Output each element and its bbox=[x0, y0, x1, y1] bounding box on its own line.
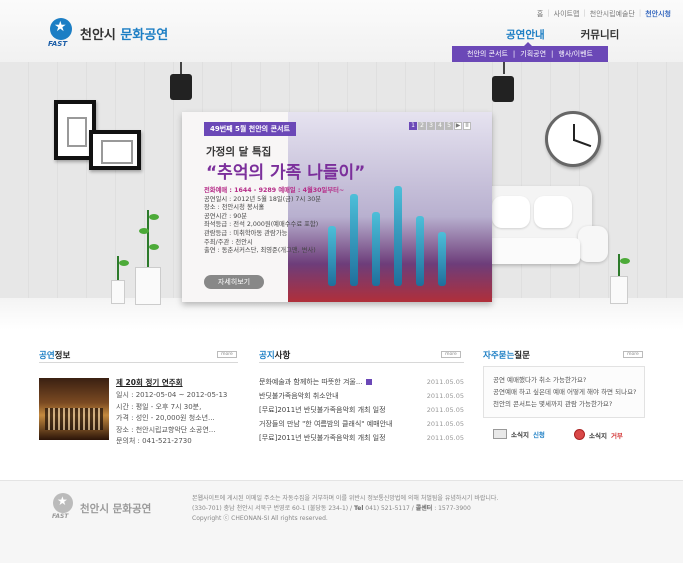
faq-title: 자주묻는질문 bbox=[483, 351, 530, 361]
performance-title: 공연정보 bbox=[39, 351, 71, 361]
list-item[interactable]: [무료]2011년 반딧불가족음악회 개최 일정 2011.05.05 bbox=[259, 403, 464, 417]
newsletter-refuse-button[interactable]: 소식지 거부 bbox=[574, 429, 623, 440]
main-nav: 공연안내 커뮤니티 bbox=[506, 27, 619, 42]
list-item[interactable]: 문화예술과 함께하는 따뜻한 겨울... 2011.05.05 bbox=[259, 375, 464, 389]
footer-info: 본웹사이트에 게시된 이메일 주소는 자동수집을 거부하며 이를 위반시 정보통… bbox=[192, 495, 499, 522]
faq-item[interactable]: 공연 예매했다가 취소 가능한가요? bbox=[493, 374, 644, 386]
block-icon bbox=[574, 429, 585, 440]
footer-fast-text: FAST bbox=[52, 513, 69, 520]
plant-pot-icon bbox=[610, 276, 628, 304]
util-home-link[interactable]: 홈 bbox=[537, 9, 543, 19]
poster-subtitle: 가정의 달 특집 bbox=[206, 146, 272, 158]
banner-pager: 1 2 3 4 5 ▶ II bbox=[409, 122, 471, 130]
play-icon[interactable]: ▶ bbox=[454, 122, 462, 130]
faq-more-button[interactable]: more bbox=[623, 351, 643, 358]
pager-1[interactable]: 1 bbox=[409, 122, 417, 130]
notice-more-button[interactable]: more bbox=[441, 351, 461, 358]
performance-item-title[interactable]: 제 20회 정기 연주회 bbox=[116, 377, 183, 388]
faq-item[interactable]: 공연예매 하고 싶은데 예매 어떻게 해야 하면 되나요? bbox=[493, 386, 644, 398]
utility-nav: 홈 | 사이트맵 | 천안시립예술단 | 천안시청 bbox=[536, 9, 671, 19]
notice-list: 문화예술과 함께하는 따뜻한 겨울... 2011.05.05 반딧불가족음악회 … bbox=[259, 375, 464, 445]
poster-badge: 49번째 5월 천안의 콘서트 bbox=[204, 122, 296, 136]
subnav-events[interactable]: 행사/이벤트 bbox=[558, 49, 593, 59]
list-item[interactable]: 거장들의 만남 "한 여름밤의 클래식" 예매안내 2011.05.05 bbox=[259, 417, 464, 431]
util-sitemap-link[interactable]: 사이트맵 bbox=[554, 9, 580, 19]
subnav-planned[interactable]: 기획공연 bbox=[520, 49, 546, 59]
logo-section: 문화공연 bbox=[120, 28, 169, 43]
pager-2[interactable]: 2 bbox=[418, 122, 426, 130]
info-line: 좌석등급 : 전석 2,000원(예매수수료 포함) bbox=[204, 221, 319, 229]
info-line: 공연일시 : 2012년 5월 18일(금) 7시 30분 bbox=[204, 195, 322, 203]
pager-4[interactable]: 4 bbox=[436, 122, 444, 130]
spotlight-icon bbox=[492, 76, 514, 102]
mail-icon bbox=[493, 429, 507, 439]
util-arts-link[interactable]: 천안시립예술단 bbox=[590, 9, 635, 19]
util-cityhall-link[interactable]: 천안시청 bbox=[645, 9, 671, 19]
list-item[interactable]: 반딧불가족음악회 취소안내 2011.05.05 bbox=[259, 389, 464, 403]
orchestra-thumbnail[interactable] bbox=[39, 378, 109, 440]
plant-pot-icon bbox=[135, 267, 161, 305]
nav-performance[interactable]: 공연안내 bbox=[506, 27, 545, 42]
sub-nav: 천안의 콘서트 | 기획공연 | 행사/이벤트 bbox=[452, 42, 608, 62]
info-line: 출연 : 동춘서커스단, 최영준(개그맨, 변사) bbox=[204, 247, 316, 255]
performance-item-details: 일시 : 2012-05-04 ~ 2012-05-13 시간 : 평일 - 오… bbox=[116, 391, 228, 445]
wall-clock-icon bbox=[545, 111, 601, 167]
faq-item[interactable]: 천안의 콘서트는 몇세까지 관람 가능한가요? bbox=[493, 398, 644, 410]
ticket-line: 전화예매 : 1644 - 9289 예매일 : 4월30일부터~ bbox=[204, 187, 345, 194]
logo-fast-text: FAST bbox=[48, 40, 68, 48]
poster-title: “추억의 가족 나들이” bbox=[206, 163, 366, 183]
info-line: 관람등급 : 미취학아동 관람가능 bbox=[204, 229, 288, 237]
site-logo[interactable]: 천안시 문화공연 bbox=[80, 24, 168, 43]
picture-frame-icon bbox=[89, 130, 141, 170]
footer-logo-icon bbox=[53, 493, 73, 513]
performance-more-button[interactable]: more bbox=[217, 351, 237, 358]
sofa-icon bbox=[478, 238, 580, 264]
detail-button[interactable]: 자세히보기 bbox=[204, 275, 264, 289]
poster-info: 전화예매 : 1644 - 9289 예매일 : 4월30일부터~ 공연일시 :… bbox=[204, 187, 374, 256]
footer-site-name: 천안시 문화공연 bbox=[80, 503, 152, 515]
notice-title: 공지사항 bbox=[259, 351, 291, 361]
spotlight-icon bbox=[170, 74, 192, 100]
logo-city: 천안시 bbox=[80, 28, 116, 43]
newsletter-subscribe-button[interactable]: 소식지 신청 bbox=[493, 429, 545, 439]
list-item[interactable]: [무료]2011년 반딧불가족음악회 개최 일정 2011.05.05 bbox=[259, 431, 464, 445]
subnav-concert[interactable]: 천안의 콘서트 bbox=[467, 49, 508, 59]
pager-3[interactable]: 3 bbox=[427, 122, 435, 130]
nav-community[interactable]: 커뮤니티 bbox=[581, 27, 620, 42]
plant-pot-icon bbox=[111, 280, 125, 304]
info-line: 주최/주관 : 천안시 bbox=[204, 238, 253, 246]
site-header: FAST 천안시 문화공연 홈| 사이트맵| 천안시립예술단| 천안시청 공연안… bbox=[0, 0, 683, 62]
info-line: 장소 : 천안시청 봉서홀 bbox=[204, 204, 265, 212]
new-icon bbox=[365, 379, 372, 385]
pause-icon[interactable]: II bbox=[463, 122, 471, 130]
faq-list: 공연 예매했다가 취소 가능한가요? 공연예매 하고 싶은데 예매 어떻게 해야… bbox=[483, 366, 645, 418]
fast-logo-icon[interactable] bbox=[50, 18, 72, 40]
pager-5[interactable]: 5 bbox=[445, 122, 453, 130]
